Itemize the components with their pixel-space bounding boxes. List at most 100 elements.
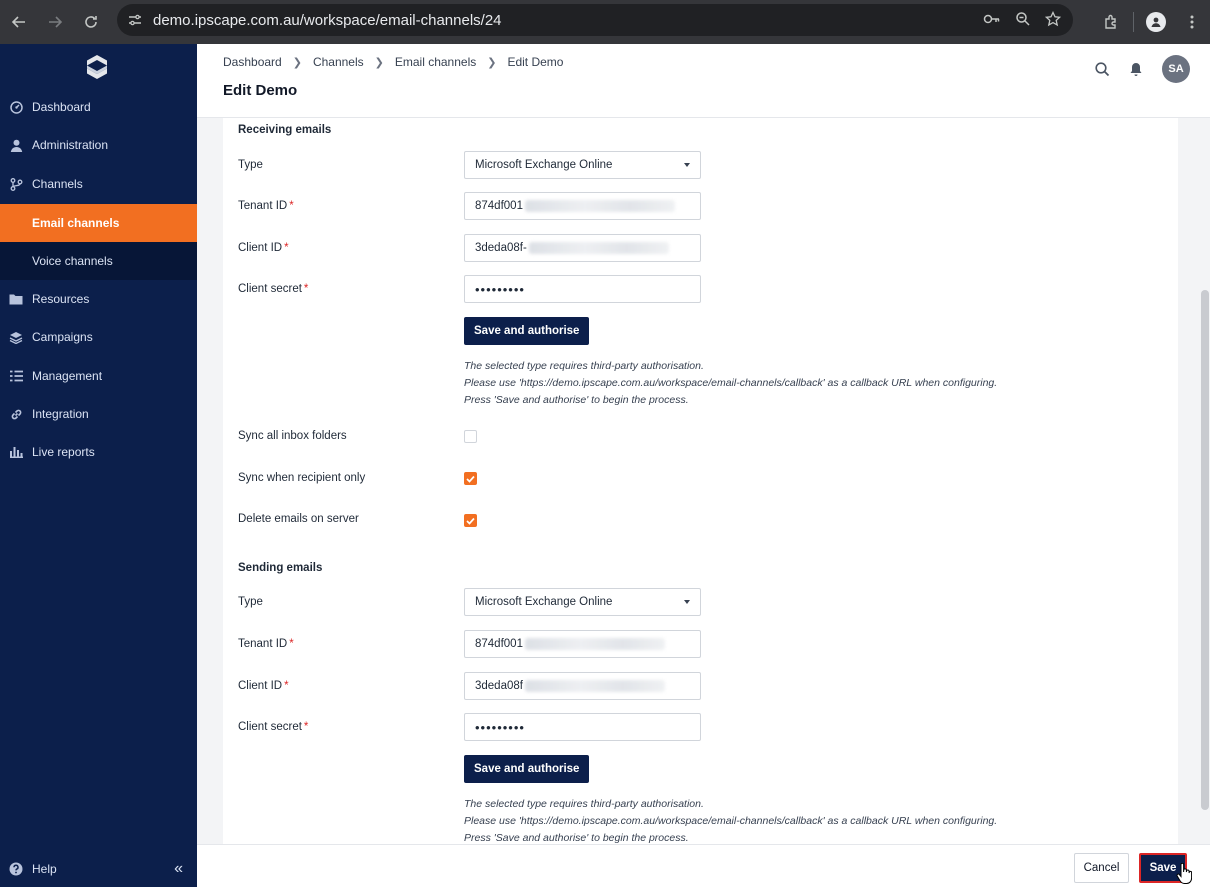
help-link[interactable]: Help « [0,851,197,887]
sidebar-item-live-reports[interactable]: Live reports [0,433,197,471]
sending-emails-title: Sending emails [238,562,323,574]
bookmark-star-icon[interactable] [1044,10,1062,30]
receiving-secret-value: ••••••••• [475,281,525,297]
reload-icon[interactable] [73,4,109,40]
browser-toolbar: demo.ipscape.com.au/workspace/email-chan… [0,0,1210,44]
sidebar-item-label: Channels [32,177,83,191]
note-line: Press 'Save and authorise' to begin the … [464,832,689,844]
chevron-down-icon [684,600,690,604]
url-text: demo.ipscape.com.au/workspace/email-chan… [153,11,502,29]
sidebar: Dashboard Administration Channels Email … [0,44,197,887]
sending-tenant-value: 874df001 [475,638,523,650]
back-icon[interactable] [1,4,37,40]
bar-chart-icon [9,445,23,459]
sidebar-item-label: Dashboard [32,100,91,114]
note-line: The selected type requires third-party a… [464,360,704,372]
sidebar-item-label: Live reports [32,445,95,459]
redacted-value [524,638,665,650]
sending-save-authorise-button[interactable]: Save and authorise [464,755,590,783]
receiving-tenant-input[interactable]: 874df001 [464,192,701,220]
sending-type-label: Type [238,596,263,608]
app-logo[interactable] [84,54,110,80]
breadcrumb-email-channels[interactable]: Email channels [395,55,476,69]
required-marker: * [289,200,294,212]
page-title: Edit Demo [223,82,298,99]
sidebar-item-management[interactable]: Management [0,357,197,395]
sidebar-item-channels[interactable]: Channels [0,165,197,203]
sidebar-item-label: Email channels [32,216,120,230]
scrollbar[interactable] [1201,290,1209,810]
sidebar-item-dashboard[interactable]: Dashboard [0,88,197,126]
required-marker: * [284,680,289,692]
receiving-type-select[interactable]: Microsoft Exchange Online [464,151,701,179]
zoom-icon[interactable] [1015,11,1031,30]
extensions-icon[interactable] [1093,14,1129,30]
sidebar-item-administration[interactable]: Administration [0,126,197,164]
receiving-save-authorise-button[interactable]: Save and authorise [464,317,590,345]
receiving-client-value: 3deda08f- [475,242,527,254]
redacted-value [524,200,675,212]
layers-icon [9,330,23,344]
label-text: Tenant ID [238,200,288,212]
browser-menu-icon[interactable] [1174,14,1210,30]
label-text: Client secret [238,721,302,733]
bell-icon[interactable] [1120,55,1152,83]
sidebar-item-label: Campaigns [32,330,93,344]
profile-icon[interactable] [1138,12,1174,32]
chevron-right-icon: ❯ [292,56,302,69]
note-line: Please use 'https://demo.ipscape.com.au/… [464,377,998,389]
search-icon[interactable] [1086,55,1118,83]
receiving-client-input[interactable]: 3deda08f- [464,234,701,262]
toolbar-divider [1133,12,1134,32]
list-icon [9,369,23,383]
label-text: Client ID [238,680,283,692]
redacted-value [524,680,665,692]
check-icon [466,475,475,483]
sending-secret-input[interactable]: ••••••••• [464,713,701,741]
folder-icon [9,292,23,306]
address-bar[interactable]: demo.ipscape.com.au/workspace/email-chan… [117,4,1073,36]
sidebar-item-label: Management [32,369,103,383]
sending-tenant-input[interactable]: 874df001 [464,630,701,658]
sending-client-input[interactable]: 3deda08f [464,672,701,700]
sidebar-item-label: Administration [32,138,109,152]
receiving-client-label: Client ID * [238,242,289,254]
sync-recipient-checkbox[interactable] [464,472,477,485]
sending-client-value: 3deda08f [475,680,523,692]
avatar[interactable]: SA [1162,55,1190,83]
email-channel-form: Receiving emails Type Microsoft Exchange… [223,118,1178,844]
page-header: Dashboard ❯ Channels ❯ Email channels ❯ … [197,44,1210,118]
breadcrumb-channels[interactable]: Channels [313,55,364,69]
receiving-secret-input[interactable]: ••••••••• [464,275,701,303]
sending-secret-value: ••••••••• [475,719,525,735]
breadcrumb: Dashboard ❯ Channels ❯ Email channels ❯ … [223,55,563,69]
sidebar-item-integration[interactable]: Integration [0,395,197,433]
receiving-auth-note: The selected type requires third-party a… [464,358,997,409]
key-icon[interactable] [983,12,1001,29]
breadcrumb-dashboard[interactable]: Dashboard [223,55,282,69]
check-icon [466,517,475,525]
sync-all-checkbox[interactable] [464,430,477,443]
cancel-button[interactable]: Cancel [1074,853,1129,883]
sidebar-item-campaigns[interactable]: Campaigns [0,318,197,356]
site-settings-icon[interactable] [127,12,143,28]
chevron-down-icon [684,163,690,167]
main-content: Receiving emails Type Microsoft Exchange… [197,118,1210,844]
sending-auth-note: The selected type requires third-party a… [464,796,997,844]
sidebar-item-label: Voice channels [32,254,113,268]
sidebar-item-voice-channels[interactable]: Voice channels [0,242,197,280]
link-icon [9,407,23,421]
label-text: Client secret [238,283,302,295]
sidebar-item-email-channels[interactable]: Email channels [0,204,197,242]
delete-emails-checkbox[interactable] [464,514,477,527]
breadcrumb-current: Edit Demo [507,55,564,69]
collapse-sidebar-icon[interactable]: « [174,860,183,878]
forward-icon[interactable] [37,4,73,40]
note-line: Please use 'https://demo.ipscape.com.au/… [464,815,998,827]
sync-all-label: Sync all inbox folders [238,430,347,442]
sidebar-item-resources[interactable]: Resources [0,280,197,318]
channels-icon [9,177,23,191]
label-text: Tenant ID [238,638,288,650]
sync-recipient-label: Sync when recipient only [238,472,366,484]
sending-type-select[interactable]: Microsoft Exchange Online [464,588,701,616]
